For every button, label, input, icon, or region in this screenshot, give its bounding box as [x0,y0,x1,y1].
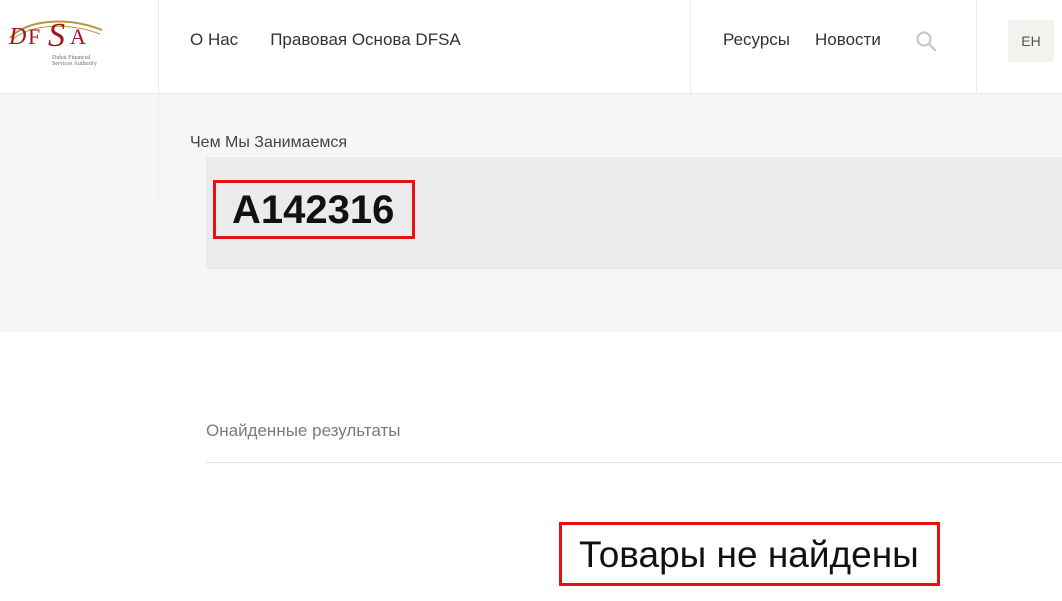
search-icon[interactable] [915,30,937,52]
query-highlight: A142316 [213,180,416,239]
svg-text:F: F [28,24,40,49]
nav-item-legal-framework[interactable]: Правовая Основа DFSA [270,30,461,50]
language-switch-button[interactable]: EH [1008,20,1054,62]
search-hero: Чем Мы Занимаемся A142316 [0,94,1062,332]
search-query-text: A142316 [232,187,395,232]
secondary-nav: Ресурсы Новости [723,30,906,50]
nav-item-about[interactable]: О Нас [190,30,238,50]
search-query-box: A142316 [206,157,1062,269]
nav-item-news[interactable]: Новости [815,30,881,50]
site-header: D F S A Dubai Financial Services Authori… [0,0,1062,94]
results-divider [206,462,1062,463]
logo-subtitle: Dubai Financial Services Authority [52,55,112,67]
primary-nav: О Нас Правовая Основа DFSA [190,30,493,50]
breadcrumb[interactable]: Чем Мы Занимаемся [190,134,347,152]
nav-item-resources[interactable]: Ресурсы [723,30,790,50]
logo-link[interactable]: D F S A Dubai Financial Services Authori… [0,0,159,93]
dfsa-logo: D F S A [8,17,103,54]
svg-text:S: S [48,17,65,54]
empty-results-highlight: Товары не найдены [559,522,940,586]
svg-text:D: D [8,24,26,50]
logo-subtitle-line2: Services Authority [52,61,97,67]
band-divider [158,94,159,198]
secondary-nav-block: Ресурсы Новости [690,0,977,93]
svg-text:A: A [70,24,86,49]
results-heading: Онайденные результаты [206,421,401,440]
empty-results-message: Товары не найдены [579,533,919,575]
